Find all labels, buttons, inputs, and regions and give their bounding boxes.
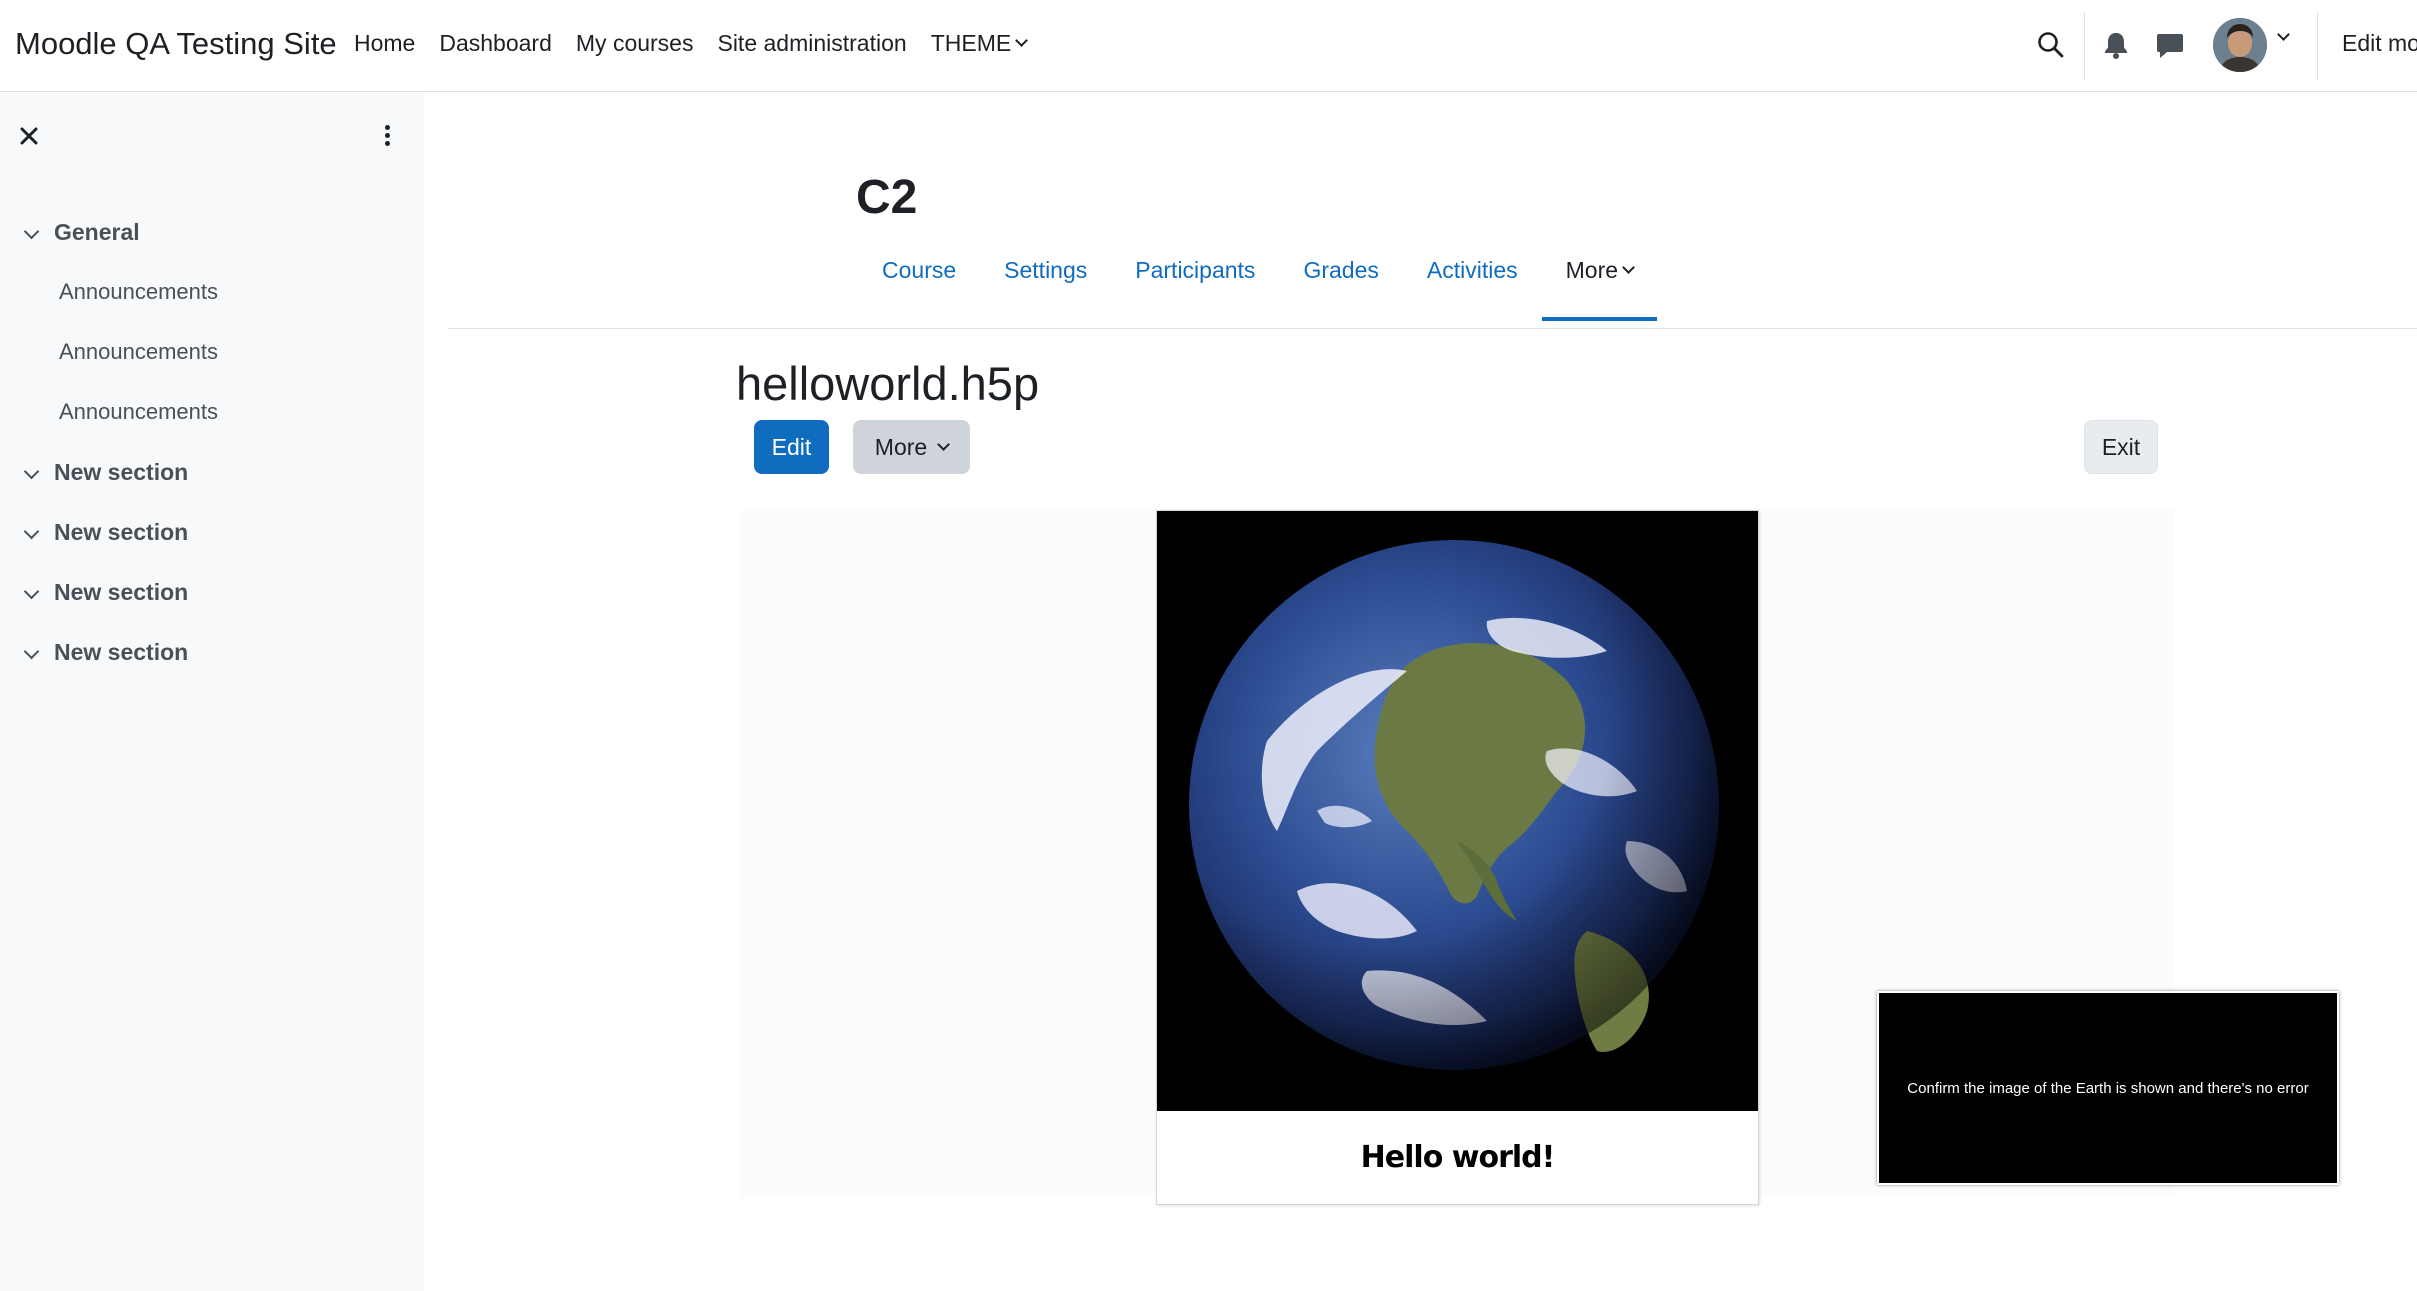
secondary-nav-divider	[448, 328, 2417, 329]
chevron-down-icon[interactable]	[23, 523, 40, 540]
drawer-options-kebab-icon[interactable]	[382, 122, 392, 150]
course-index-item-announcements[interactable]: Announcements	[0, 382, 424, 442]
chevron-down-icon[interactable]	[23, 463, 40, 480]
nav-site-administration[interactable]: Site administration	[717, 30, 906, 57]
section-label[interactable]: New section	[54, 519, 188, 546]
tab-course[interactable]: Course	[856, 257, 980, 321]
chevron-down-icon[interactable]	[23, 223, 40, 240]
course-index-item-announcements[interactable]: Announcements	[0, 322, 424, 382]
course-index-section-new[interactable]: New section	[0, 562, 424, 622]
user-avatar[interactable]	[2213, 18, 2267, 72]
tab-grades[interactable]: Grades	[1279, 257, 1402, 321]
chevron-down-icon[interactable]	[23, 583, 40, 600]
course-index-item-announcements[interactable]: Announcements	[0, 262, 424, 322]
messages-icon[interactable]	[2155, 30, 2185, 60]
chevron-down-icon	[1015, 34, 1029, 47]
site-name[interactable]: Moodle QA Testing Site	[15, 26, 337, 62]
edit-mode-toggle-label[interactable]: Edit mo	[2342, 30, 2417, 57]
navbar-divider	[2317, 12, 2318, 80]
edit-button[interactable]: Edit	[754, 420, 829, 474]
course-index-section-general[interactable]: General	[0, 202, 424, 262]
course-index-section-new[interactable]: New section	[0, 442, 424, 502]
search-icon[interactable]	[2036, 30, 2066, 60]
close-drawer-icon[interactable]	[18, 125, 40, 147]
course-index: General Announcements Announcements Anno…	[0, 202, 424, 682]
h5p-caption: Hello world!	[1360, 1140, 1556, 1175]
h5p-player: Hello world!	[1156, 510, 1759, 1205]
user-menu-chevron-down-icon[interactable]	[2277, 28, 2290, 41]
course-title: C2	[856, 171, 918, 224]
notification-bell-icon[interactable]	[2102, 30, 2130, 60]
exit-button[interactable]: Exit	[2084, 420, 2158, 474]
nav-home[interactable]: Home	[354, 30, 415, 57]
chevron-down-icon	[937, 437, 951, 451]
earth-image	[1157, 511, 1758, 1111]
more-actions-label: More	[874, 433, 928, 460]
main-region: C2 Course Settings Participants Grades A…	[424, 92, 2417, 1291]
tab-activities[interactable]: Activities	[1403, 257, 1542, 321]
course-index-section-new[interactable]: New section	[0, 622, 424, 682]
navbar-divider	[2084, 12, 2085, 80]
chevron-down-icon	[1622, 261, 1635, 274]
tab-more[interactable]: More	[1541, 257, 1658, 321]
section-label[interactable]: New section	[54, 579, 188, 606]
top-navbar: Moodle QA Testing Site Home Dashboard My…	[0, 0, 2417, 92]
section-label[interactable]: General	[54, 219, 140, 246]
nav-my-courses[interactable]: My courses	[576, 30, 694, 57]
course-secondary-navigation: Course Settings Participants Grades Acti…	[856, 257, 1658, 321]
tab-settings[interactable]: Settings	[980, 257, 1111, 321]
tab-participants[interactable]: Participants	[1111, 257, 1279, 321]
chevron-down-icon[interactable]	[23, 643, 40, 660]
primary-navigation: Home Dashboard My courses Site administr…	[354, 30, 1029, 57]
course-index-section-new[interactable]: New section	[0, 502, 424, 562]
test-instruction-overlay: Confirm the image of the Earth is shown …	[1877, 991, 2339, 1185]
activity-title: helloworld.h5p	[736, 357, 1040, 410]
section-label[interactable]: New section	[54, 459, 188, 486]
more-actions-button[interactable]: More	[853, 420, 970, 474]
nav-dashboard[interactable]: Dashboard	[439, 30, 552, 57]
course-index-drawer: General Announcements Announcements Anno…	[0, 92, 424, 1291]
section-label[interactable]: New section	[54, 639, 188, 666]
nav-theme-dropdown[interactable]: THEME	[930, 30, 1029, 57]
tab-more-label: More	[1565, 257, 1619, 283]
nav-theme-label: THEME	[930, 30, 1012, 56]
